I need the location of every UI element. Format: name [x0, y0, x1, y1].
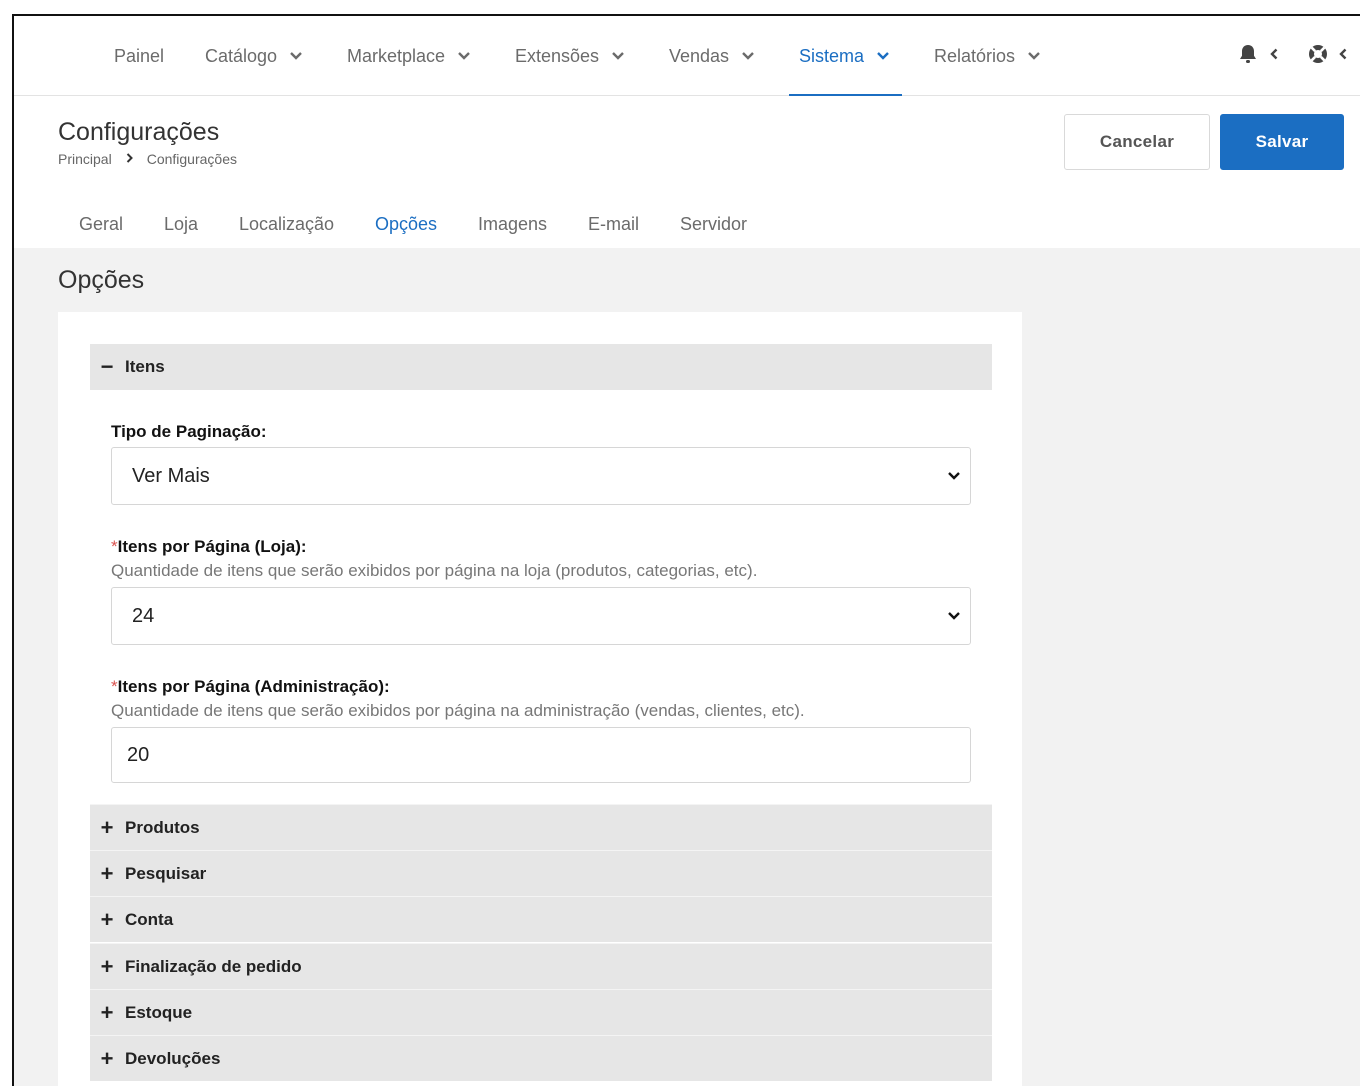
accordion-header-devolucoes[interactable]: + Devoluções: [90, 1035, 992, 1081]
nav-item-painel[interactable]: Painel: [114, 16, 164, 96]
accordion-header-finalizacao-de-pedido[interactable]: + Finalização de pedido: [90, 943, 992, 989]
nav-item-label: Sistema: [799, 45, 865, 66]
items-per-page-admin-help: Quantidade de itens que serão exibidos p…: [111, 701, 805, 720]
help-menu-toggle[interactable]: [1307, 42, 1347, 70]
accordion-title: Devoluções: [125, 1048, 221, 1068]
nav-item-vendas[interactable]: Vendas: [669, 16, 755, 96]
nav-item-label: Relatórios: [934, 45, 1016, 66]
app-window: Painel Catálogo Marketplace Extensões Ve…: [12, 14, 1360, 1086]
chevron-right-icon: [126, 152, 133, 166]
save-button[interactable]: Salvar: [1220, 114, 1344, 170]
expand-plus-icon: +: [100, 1045, 114, 1071]
accordion-title: Itens: [125, 357, 165, 376]
chevron-down-icon: [289, 49, 303, 63]
nav-item-catalogo[interactable]: Catálogo: [205, 16, 303, 96]
input-value: 20: [127, 743, 150, 766]
nav-item-label: Painel: [114, 45, 165, 66]
items-per-page-store-select[interactable]: 24: [111, 587, 971, 645]
accordion-header-pesquisar[interactable]: + Pesquisar: [90, 850, 992, 896]
accordion-title: Produtos: [125, 817, 200, 837]
page-title: Configurações: [58, 118, 220, 146]
expand-plus-icon: +: [100, 906, 114, 932]
chevron-down-icon: [876, 49, 890, 63]
chevron-down-icon: [457, 49, 471, 63]
section-title: Opções: [58, 266, 145, 294]
chevron-down-icon: [946, 608, 962, 624]
nav-item-label: Extensões: [515, 45, 600, 66]
nav-item-extensoes[interactable]: Extensões: [515, 16, 625, 96]
cancel-button[interactable]: Cancelar: [1064, 114, 1210, 170]
nav-item-sistema[interactable]: Sistema: [788, 16, 903, 96]
nav-item-label: Marketplace: [347, 45, 446, 66]
help-lifebuoy-icon: [1307, 43, 1329, 70]
items-per-page-admin-label: *Itens por Página (Administração):: [111, 677, 390, 697]
expand-plus-icon: +: [100, 814, 114, 840]
items-per-page-store-help: Quantidade de itens que serão exibidos p…: [111, 561, 758, 580]
breadcrumb-link-principal[interactable]: Principal: [58, 151, 112, 167]
top-navigation: Painel Catálogo Marketplace Extensões Ve…: [14, 16, 1360, 96]
breadcrumb-current: Configurações: [146, 151, 237, 167]
notifications-toggle[interactable]: [1238, 42, 1278, 70]
chevron-left-icon: [1339, 47, 1347, 65]
accordion-header-estoque[interactable]: + Estoque: [90, 989, 992, 1035]
required-asterisk: *: [111, 537, 118, 556]
select-value: Ver Mais: [132, 464, 210, 487]
expand-plus-icon: +: [100, 999, 114, 1025]
collapse-minus-icon: −: [100, 354, 114, 379]
chevron-left-icon: [1270, 47, 1278, 65]
accordion-header-produtos[interactable]: + Produtos: [90, 804, 992, 850]
accordion-header-itens[interactable]: − Itens: [90, 344, 992, 390]
field-label-text: Itens por Página (Administração):: [117, 677, 390, 696]
chevron-down-icon: [741, 49, 755, 63]
accordion-title: Pesquisar: [125, 863, 207, 883]
nav-item-label: Vendas: [669, 45, 730, 66]
accordion-title: Finalização de pedido: [125, 956, 302, 976]
nav-item-marketplace[interactable]: Marketplace: [347, 16, 471, 96]
pagination-type-label: Tipo de Paginação:: [111, 422, 267, 442]
chevron-down-icon: [611, 49, 625, 63]
expand-plus-icon: +: [100, 953, 114, 979]
pagination-type-select[interactable]: Ver Mais: [111, 447, 971, 505]
bell-icon: [1238, 43, 1258, 70]
accordion-header-conta[interactable]: + Conta: [90, 896, 992, 942]
required-asterisk: *: [111, 677, 118, 696]
nav-item-relatorios[interactable]: Relatórios: [934, 16, 1041, 96]
accordion-title: Conta: [125, 909, 174, 929]
field-label-text: Itens por Página (Loja):: [117, 537, 307, 556]
nav-item-label: Catálogo: [205, 45, 278, 66]
items-per-page-admin-input[interactable]: 20: [111, 727, 971, 783]
items-per-page-store-label: *Itens por Página (Loja):: [111, 537, 307, 557]
chevron-down-icon: [946, 468, 962, 484]
select-value: 24: [132, 604, 155, 627]
chevron-down-icon: [1027, 49, 1041, 63]
accordion-title: Estoque: [125, 1002, 193, 1022]
expand-plus-icon: +: [100, 860, 114, 886]
field-label-text: Tipo de Paginação:: [111, 422, 267, 441]
breadcrumb: Principal Configurações: [58, 151, 237, 167]
